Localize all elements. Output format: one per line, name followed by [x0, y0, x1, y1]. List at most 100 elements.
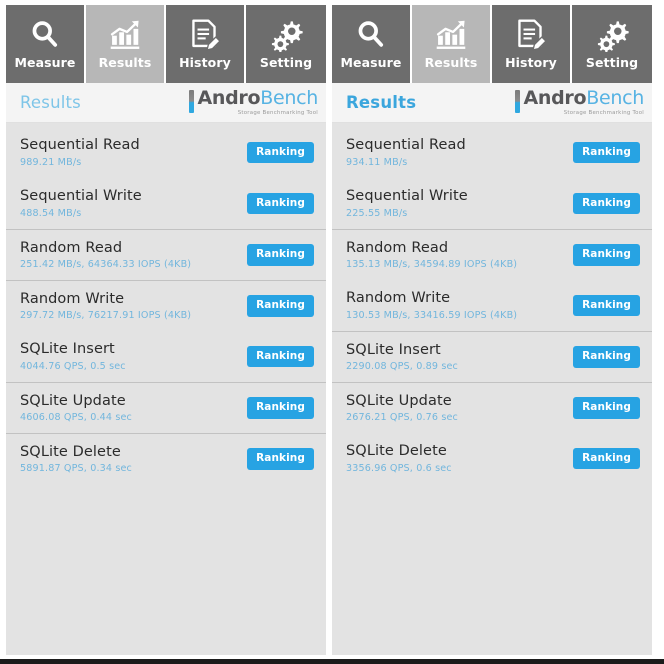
ranking-button[interactable]: Ranking: [247, 345, 314, 368]
ranking-button[interactable]: Ranking: [573, 141, 640, 164]
result-name: Sequential Read: [346, 137, 466, 154]
magnifier-icon: [28, 16, 62, 54]
result-text: Random Write 297.72 MB/s, 76217.91 IOPS (…: [20, 291, 191, 322]
tab-setting[interactable]: Setting: [572, 5, 652, 83]
tab-bar: Measure Results History Setting: [6, 5, 326, 83]
ranking-button[interactable]: Ranking: [247, 244, 314, 266]
result-row: Sequential Read 989.21 MB/s Ranking: [6, 127, 326, 178]
androbench-logo: AndroBench Storage Benchmarking Tool: [189, 86, 318, 116]
tab-history[interactable]: History: [492, 5, 572, 83]
logo-name: AndroBench: [197, 86, 318, 109]
ranking-button[interactable]: Ranking: [573, 192, 640, 215]
result-value: 2676.21 QPS, 0.76 sec: [346, 412, 458, 424]
result-value: 989.21 MB/s: [20, 156, 82, 168]
tab-label: Measure: [340, 55, 402, 70]
result-value: 297.72 MB/s, 76217.91 IOPS (4KB): [20, 310, 192, 322]
result-value: 488.54 MB/s: [20, 207, 82, 219]
result-row: Sequential Write 488.54 MB/s Ranking: [6, 178, 326, 229]
result-name: Sequential Read: [20, 137, 140, 154]
result-text: SQLite Update 4606.08 QPS, 0.44 sec: [20, 393, 132, 424]
result-text: SQLite Insert 2290.08 QPS, 0.89 sec: [346, 342, 458, 373]
page-title: Results: [346, 93, 417, 112]
document-pencil-icon: [514, 16, 548, 54]
result-value: 2290.08 QPS, 0.89 sec: [346, 361, 458, 373]
result-text: Sequential Read 934.11 MB/s: [346, 137, 466, 168]
result-text: SQLite Delete 5891.87 QPS, 0.34 sec: [20, 444, 132, 475]
ranking-button[interactable]: Ranking: [573, 244, 640, 266]
result-text: Sequential Read 989.21 MB/s: [20, 137, 140, 168]
tab-setting[interactable]: Setting: [246, 5, 326, 83]
result-name: SQLite Delete: [20, 443, 121, 460]
result-name: Sequential Write: [20, 188, 142, 205]
logo-name-primary: Andro: [523, 86, 587, 109]
tab-measure[interactable]: Measure: [332, 5, 412, 83]
logo-name: AndroBench: [523, 86, 644, 109]
ranking-button[interactable]: Ranking: [573, 447, 640, 470]
tab-results[interactable]: Results: [412, 5, 492, 83]
result-name: Sequential Write: [346, 188, 468, 205]
device-panel: Measure Results History Setting Results An…: [332, 5, 652, 655]
benchmark-results-list: Sequential Read 989.21 MB/s Ranking Sequent…: [6, 123, 326, 655]
androbench-logo: AndroBench Storage Benchmarking Tool: [515, 86, 644, 116]
title-bar: Results AndroBench Storage Benchmarking To…: [332, 83, 652, 123]
bar-chart-icon: [107, 16, 143, 54]
tab-label: Results: [98, 55, 152, 70]
ranking-button[interactable]: Ranking: [573, 397, 640, 419]
comparison-screenshot: Measure Results History Setting Results An…: [0, 0, 664, 664]
result-row: SQLite Update 4606.08 QPS, 0.44 sec Rankin…: [6, 382, 326, 433]
tab-results[interactable]: Results: [86, 5, 166, 83]
ranking-button[interactable]: Ranking: [573, 346, 640, 368]
tab-bar: Measure Results History Setting: [332, 5, 652, 83]
result-row: Random Read 135.13 MB/s, 34594.89 IOPS (4…: [332, 229, 652, 280]
result-text: SQLite Insert 4044.76 QPS, 0.5 sec: [20, 341, 126, 372]
result-name: Random Read: [346, 239, 449, 256]
ranking-button[interactable]: Ranking: [573, 294, 640, 317]
result-row: SQLite Delete 3356.96 QPS, 0.6 sec Ranking: [332, 433, 652, 484]
ranking-button[interactable]: Ranking: [247, 192, 314, 215]
result-row: Sequential Read 934.11 MB/s Ranking: [332, 127, 652, 178]
result-value: 5891.87 QPS, 0.34 sec: [20, 463, 132, 475]
ranking-button[interactable]: Ranking: [247, 141, 314, 164]
result-row: Random Read 251.42 MB/s, 64364.33 IOPS (4…: [6, 229, 326, 280]
ranking-button[interactable]: Ranking: [247, 295, 314, 317]
logo-tagline: Storage Benchmarking Tool: [563, 109, 644, 116]
result-name: Random Write: [20, 290, 125, 307]
result-row: Sequential Write 225.55 MB/s Ranking: [332, 178, 652, 229]
gears-icon: [594, 16, 630, 54]
result-value: 4044.76 QPS, 0.5 sec: [20, 360, 126, 372]
tab-label: History: [505, 55, 557, 70]
result-row: SQLite Update 2676.21 QPS, 0.76 sec Rankin…: [332, 382, 652, 433]
document-pencil-icon: [188, 16, 222, 54]
result-text: Random Read 135.13 MB/s, 34594.89 IOPS (4…: [346, 240, 517, 271]
result-value: 130.53 MB/s, 33416.59 IOPS (4KB): [346, 309, 518, 321]
logo-name-primary: Andro: [197, 86, 261, 109]
logo-name-secondary: Bench: [586, 86, 644, 109]
result-name: SQLite Update: [20, 392, 126, 409]
result-name: SQLite Insert: [346, 341, 441, 358]
gears-icon: [268, 16, 304, 54]
tab-label: Setting: [585, 55, 639, 70]
logo-name-secondary: Bench: [260, 86, 318, 109]
logo-bar-icon: [189, 89, 195, 113]
ranking-button[interactable]: Ranking: [247, 448, 314, 470]
result-row: SQLite Insert 4044.76 QPS, 0.5 sec Ranking: [6, 331, 326, 382]
tab-label: Results: [424, 55, 478, 70]
tab-measure[interactable]: Measure: [6, 5, 86, 83]
logo-wordmark: AndroBench Storage Benchmarking Tool: [197, 86, 318, 116]
tab-history[interactable]: History: [166, 5, 246, 83]
result-text: Sequential Write 488.54 MB/s: [20, 188, 142, 219]
result-row: SQLite Insert 2290.08 QPS, 0.89 sec Rankin…: [332, 331, 652, 382]
result-name: Random Write: [346, 290, 451, 307]
tab-label: Measure: [14, 55, 76, 70]
result-row: Random Write 130.53 MB/s, 33416.59 IOPS (…: [332, 280, 652, 331]
ranking-button[interactable]: Ranking: [247, 397, 314, 419]
result-value: 251.42 MB/s, 64364.33 IOPS (4KB): [20, 259, 192, 271]
tab-label: History: [179, 55, 231, 70]
logo-tagline: Storage Benchmarking Tool: [237, 109, 318, 116]
result-name: SQLite Insert: [20, 341, 115, 358]
result-value: 135.13 MB/s, 34594.89 IOPS (4KB): [346, 259, 518, 271]
result-value: 225.55 MB/s: [346, 207, 408, 219]
result-row: Random Write 297.72 MB/s, 76217.91 IOPS (…: [6, 280, 326, 331]
logo-bar-icon: [515, 89, 521, 113]
result-value: 934.11 MB/s: [346, 156, 408, 168]
